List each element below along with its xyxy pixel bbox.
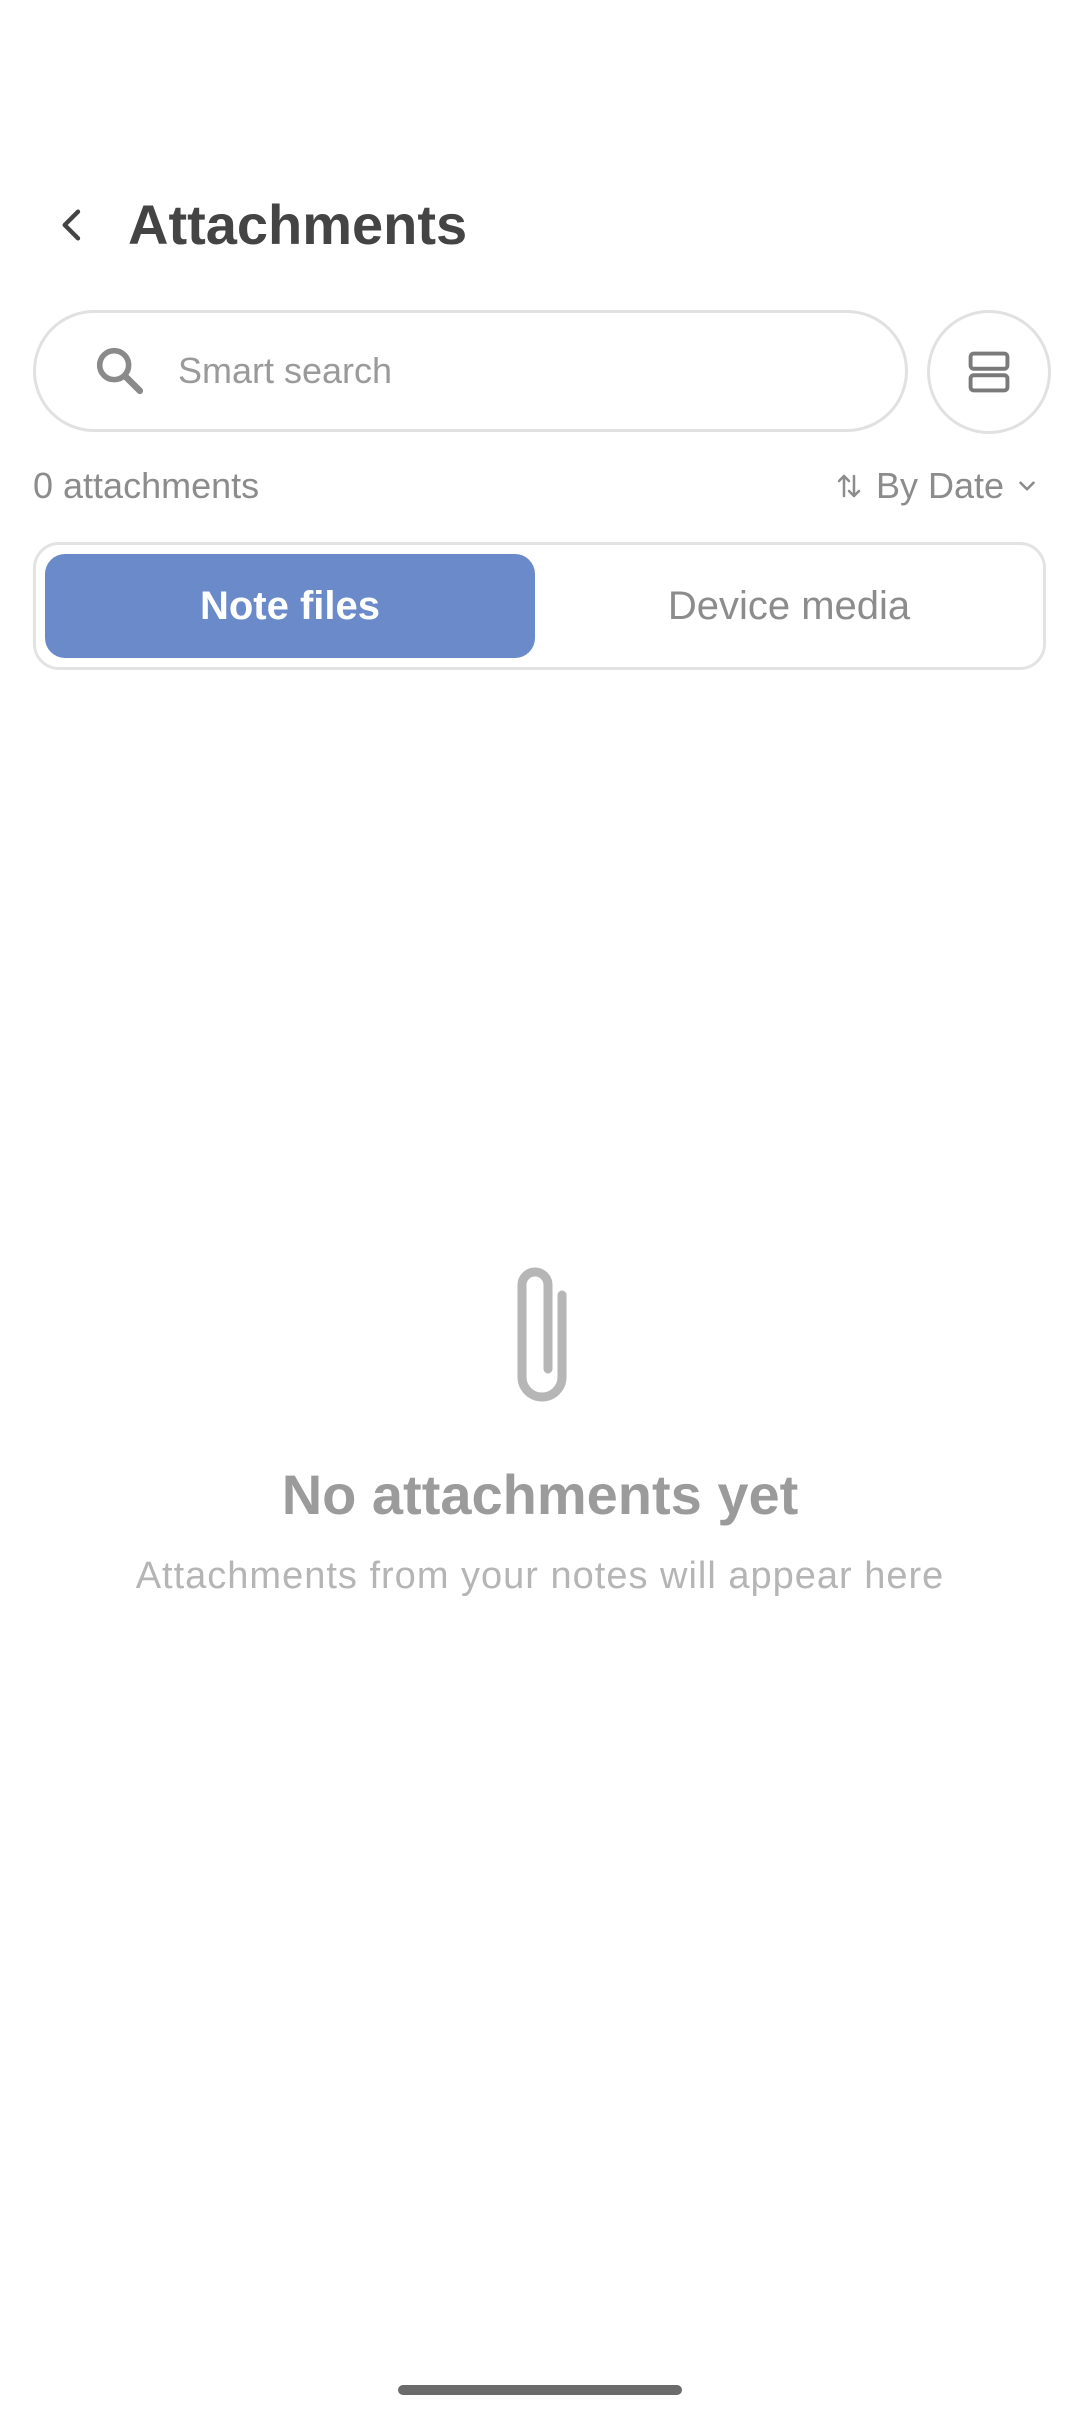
search-icon <box>96 347 144 395</box>
sort-dropdown[interactable]: By Date <box>834 462 1040 510</box>
empty-state-title: No attachments yet <box>281 1463 799 1526</box>
sort-arrows-icon <box>837 474 861 498</box>
back-button[interactable] <box>40 192 106 258</box>
paperclip-icon <box>517 1267 567 1402</box>
search-bar[interactable] <box>33 310 908 432</box>
view-toggle-button[interactable] <box>927 310 1051 434</box>
tab-note-files[interactable]: Note files <box>45 554 535 658</box>
view-layout-icon <box>968 351 1010 393</box>
sort-label: By Date <box>875 465 1004 506</box>
attachment-count: 0 attachments <box>33 465 260 506</box>
top-app-bar: Attachments <box>0 180 1080 270</box>
chevron-down-icon <box>1019 481 1035 491</box>
tab-switcher: Note files Device media <box>33 542 1046 670</box>
search-input[interactable] <box>178 333 858 409</box>
tab-device-media[interactable]: Device media <box>544 554 1034 658</box>
home-indicator[interactable] <box>398 2385 682 2395</box>
page-title: Attachments <box>128 193 468 256</box>
empty-state-subtitle: Attachments from your notes will appear … <box>135 1555 945 1597</box>
chevron-left-icon <box>62 209 81 241</box>
